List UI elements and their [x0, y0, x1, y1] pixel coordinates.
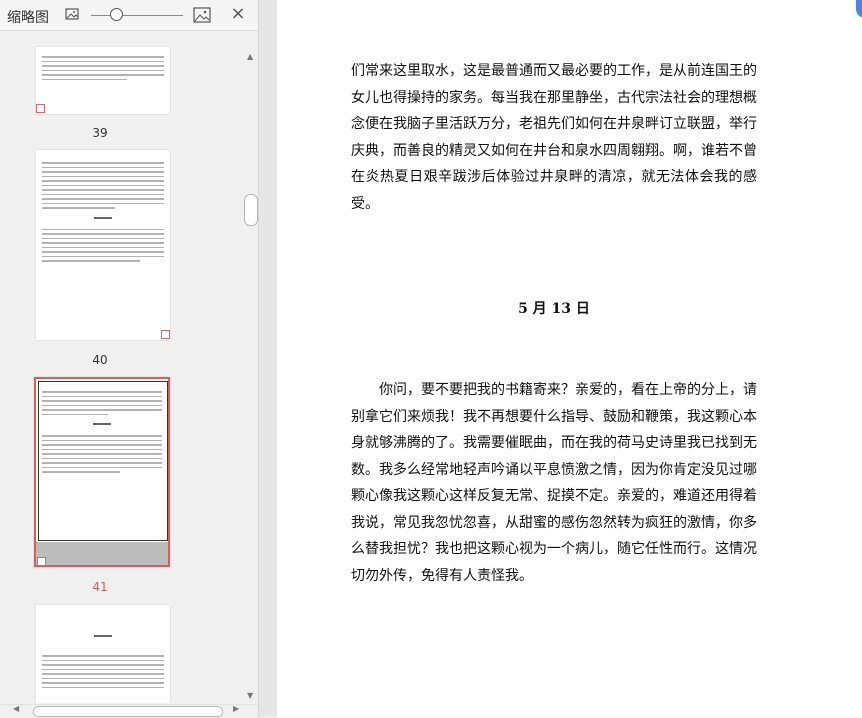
thumbnail-page-39[interactable]: [36, 47, 170, 114]
thumbnail-number-selected: 41: [92, 580, 108, 594]
thumbnail-number: 39: [92, 126, 108, 140]
scroll-left-icon[interactable]: ◀: [13, 704, 19, 713]
image-large-icon[interactable]: [193, 6, 211, 24]
zoom-slider-track[interactable]: [91, 15, 183, 16]
scroll-down-icon[interactable]: ▼: [247, 691, 253, 700]
bookmark-icon: [37, 557, 46, 566]
paragraph-1: 们常来这里取水，这是最普通而又最必要的工作，是从前连国王的女儿也得操持的家务。每…: [351, 63, 757, 212]
thumbnail-page-42[interactable]: [36, 605, 170, 703]
zoom-slider-knob[interactable]: [110, 8, 123, 21]
thumbnail-page-40[interactable]: [36, 150, 170, 340]
image-small-icon[interactable]: [64, 6, 82, 24]
thumbnail-number: 40: [92, 353, 108, 367]
thumbnail-toolbar: 缩略图 ×: [0, 0, 258, 31]
scroll-up-icon[interactable]: ▲: [247, 52, 253, 61]
pane-divider[interactable]: [258, 0, 277, 717]
bookmark-icon: [161, 330, 170, 339]
bookmark-icon: [36, 104, 45, 113]
vertical-scrollbar[interactable]: [244, 44, 258, 704]
thumbnail-page-41[interactable]: [34, 377, 170, 567]
vertical-scroll-thumb[interactable]: [244, 194, 258, 226]
scroll-right-icon[interactable]: ▶: [233, 704, 239, 713]
thumbnail-list: 39 40 41: [0, 31, 244, 703]
horizontal-scroll-thumb[interactable]: [33, 706, 223, 717]
close-icon[interactable]: ×: [230, 5, 246, 23]
thumbnail-title: 缩略图: [7, 10, 49, 26]
section-heading: 5 月 13 日: [518, 301, 590, 317]
thumbnail-pane: 缩略图 × 39 40 41 ▲ ▼ ◀ ▶: [0, 0, 258, 718]
paragraph-2: 你问，要不要把我的书籍寄来？亲爱的，看在上帝的分上，请别拿它们来烦我！我不再想要…: [351, 382, 757, 584]
